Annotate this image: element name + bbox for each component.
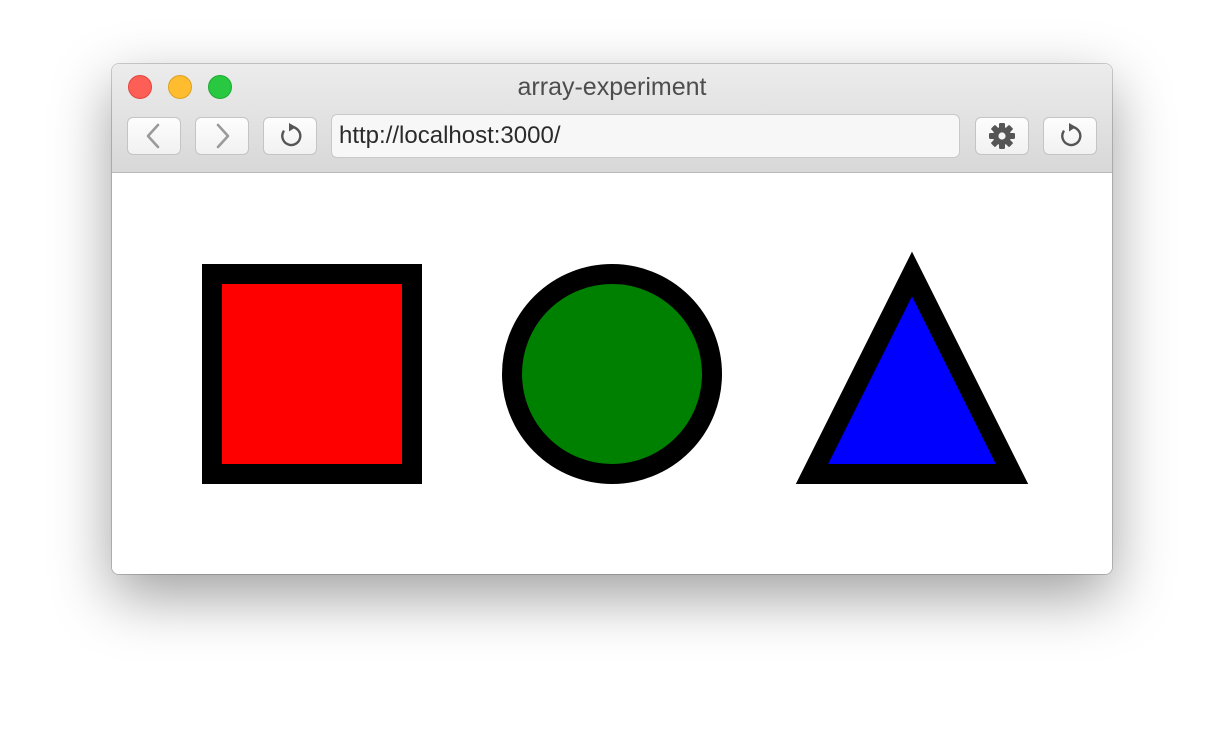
browser-window: array-experiment http://localhost:3000/ [112, 64, 1112, 574]
page-content [112, 174, 1112, 574]
title-bar: array-experiment http://localhost:3000/ [112, 64, 1112, 173]
url-field[interactable]: http://localhost:3000/ [331, 114, 960, 158]
reload-button-secondary[interactable] [1043, 117, 1097, 155]
back-chevron-icon [146, 123, 160, 149]
url-text: http://localhost:3000/ [339, 122, 561, 149]
back-button[interactable] [127, 117, 181, 155]
shapes-canvas [202, 251, 1029, 484]
reload-icon [281, 123, 302, 147]
forward-button[interactable] [195, 117, 249, 155]
settings-button[interactable] [975, 117, 1029, 155]
red-square [202, 264, 422, 484]
window-title: array-experiment [517, 73, 707, 101]
blue-triangle [795, 251, 1029, 484]
forward-chevron-icon [216, 123, 230, 149]
gear-icon [989, 123, 1015, 149]
green-circle [502, 264, 722, 484]
reload-button[interactable] [263, 117, 317, 155]
reload-icon [1061, 123, 1082, 147]
